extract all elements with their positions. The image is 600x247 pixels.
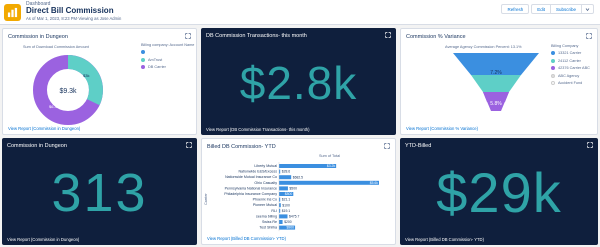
commission-in-dungeon-donut-panel: Commission in Dungeon Sum of Download Co…	[2, 28, 197, 135]
category-label: Nationwide E&S/Excess	[238, 170, 277, 174]
billed-db-commission-panel: Billed DB Commission- YTD Sum of Total C…	[201, 138, 396, 245]
panel-title: YTD-Billed	[405, 143, 432, 149]
slice-label: $3k	[83, 73, 89, 78]
funnel-label: 5.8%	[490, 101, 502, 107]
bar-value-label: $200	[284, 220, 292, 224]
expand-icon[interactable]	[587, 142, 593, 148]
expand-icon[interactable]	[185, 33, 191, 39]
panel-title: Commission % Variance	[406, 34, 466, 40]
ytd-billed-panel: YTD-Billed $29k View Report (Billed DB C…	[400, 138, 598, 245]
bar[interactable]	[279, 220, 283, 224]
metric-value: $29k	[436, 161, 562, 224]
legend-item[interactable]	[141, 50, 194, 54]
bar-value-label: $21.1	[282, 198, 291, 202]
bar-value-label: $28.6	[282, 170, 291, 174]
bar[interactable]	[279, 180, 379, 185]
chevron-down-icon	[585, 7, 590, 11]
bar-value-label: $5.6k	[370, 181, 379, 185]
category-label: Nationwide Mutual Insurance Co	[225, 175, 277, 179]
legend-item[interactable]: ABC Agency	[551, 73, 590, 78]
category-label: RLI	[271, 209, 277, 213]
bar-value-label: $3.2k	[327, 164, 336, 168]
view-report-link[interactable]: View Report (Commission in Dungeon)	[8, 126, 80, 131]
category-label: Swiss Re	[262, 220, 277, 224]
donut-total: $9.3k	[59, 88, 77, 95]
donut-slice-amtrust[interactable]	[67, 55, 103, 106]
bar-value-label: $19.1	[282, 209, 291, 213]
commission-variance-panel: Commission % Variance Average Agency Com…	[400, 28, 598, 135]
panel-title: Commission in Dungeon	[8, 34, 68, 40]
chart-heading: Sum of Download Commission Amount	[23, 45, 89, 49]
subscribe-button[interactable]: Subscribe	[549, 4, 582, 14]
expand-icon[interactable]	[186, 142, 192, 148]
legend-title: Billing Company	[551, 44, 579, 48]
bar-value-label: $475.7	[289, 215, 299, 219]
bar-chart: Carrier Liberty Mutual $3.2k Nationwide E&…	[204, 162, 379, 232]
chart-legend: Billing company: Account Name AmTrust DB…	[141, 43, 194, 73]
legend-item[interactable]: DB Carrier	[141, 65, 194, 69]
chart-heading: Average Agency Commission Percent: 13.1%	[445, 45, 522, 49]
funnel-chart: 7.2% 5.8%	[453, 53, 539, 111]
view-report-link[interactable]: View Report (Commission % Variance)	[406, 126, 478, 131]
donut-chart: $3k $6.3k $9.3k	[33, 55, 103, 125]
metric-value: $2.8k	[239, 57, 358, 109]
panel-title: Billed DB Commission- YTD	[207, 144, 276, 150]
view-report-link[interactable]: View Report (DB Commission Transactions-…	[206, 127, 309, 132]
category-label: Pennsylvania National Insurance	[225, 186, 277, 190]
legend-item[interactable]: 42376 Carrier ABC	[551, 66, 590, 70]
view-report-link[interactable]: View Report (Billed DB Commission- YTD)	[207, 236, 286, 241]
bar[interactable]	[279, 214, 288, 219]
expand-icon[interactable]	[586, 33, 592, 39]
expand-icon[interactable]	[384, 143, 390, 149]
panel-title: DB Commission Transactions- this month	[206, 33, 307, 39]
bar-value-label: $682.5	[293, 175, 303, 179]
category-label: Phoenix Ins Co	[253, 198, 277, 202]
x-axis-title: Sum of Total	[319, 154, 341, 158]
page-title: Direct Bill Commission	[26, 6, 114, 15]
dashboard-app-icon	[4, 4, 21, 21]
as-of-timestamp: As of Mar 1, 2023, 8:23 PM·Viewing as Jo…	[26, 16, 122, 21]
funnel-label: 7.2%	[490, 70, 502, 76]
category-label: seema billing	[256, 214, 277, 218]
bar-value-label: $100	[282, 203, 290, 207]
panel-title: Commission in Dungeon	[7, 143, 67, 149]
category-label: Liberty Mutual	[254, 164, 277, 168]
expand-icon[interactable]	[385, 32, 391, 38]
bar-value-label: $500	[289, 187, 297, 191]
legend-title: Billing company: Account Name	[141, 43, 195, 47]
legend-item[interactable]: 24112 Carrier	[551, 58, 590, 63]
header-actions: Refresh Edit Subscribe	[501, 4, 594, 14]
category-label: Philadelphia Insurance Company	[224, 192, 277, 196]
chart-legend: Billing Company 13321 Carrier 24112 Carr…	[551, 44, 590, 89]
slice-label: $6.3k	[49, 104, 59, 109]
y-axis-title: Carrier	[204, 193, 208, 205]
bar[interactable]	[279, 186, 288, 191]
bar[interactable]	[279, 203, 281, 208]
dashboard-header: Dashboard Direct Bill Commission As of M…	[0, 0, 600, 25]
bar-value-label: $900	[287, 226, 295, 230]
legend-item[interactable]: Accident Fund	[551, 81, 590, 85]
legend-item[interactable]: 13321 Carrier	[551, 51, 590, 55]
commission-in-dungeon-count-panel: Commission in Dungeon 313 View Report (C…	[2, 138, 197, 245]
metric-value: 313	[51, 163, 148, 223]
funnel-segment[interactable]	[471, 75, 521, 92]
edit-button[interactable]: Edit	[531, 4, 551, 14]
legend-item[interactable]: AmTrust	[141, 57, 194, 62]
more-actions-button[interactable]	[581, 4, 594, 14]
bar-value-label: $800	[285, 192, 293, 196]
view-report-link[interactable]: View Report (Commission in Dungeon)	[7, 237, 79, 242]
category-label: Ohio Casualty	[254, 181, 277, 185]
view-report-link[interactable]: View Report (Billed DB Commission- YTD)	[405, 237, 484, 242]
bar[interactable]	[279, 175, 292, 180]
refresh-button[interactable]: Refresh	[501, 4, 530, 14]
db-commission-transactions-panel: DB Commission Transactions- this month $…	[201, 28, 396, 135]
category-label: Pioneer Mutual	[253, 203, 277, 207]
category-label: Test Shilha	[259, 226, 277, 230]
